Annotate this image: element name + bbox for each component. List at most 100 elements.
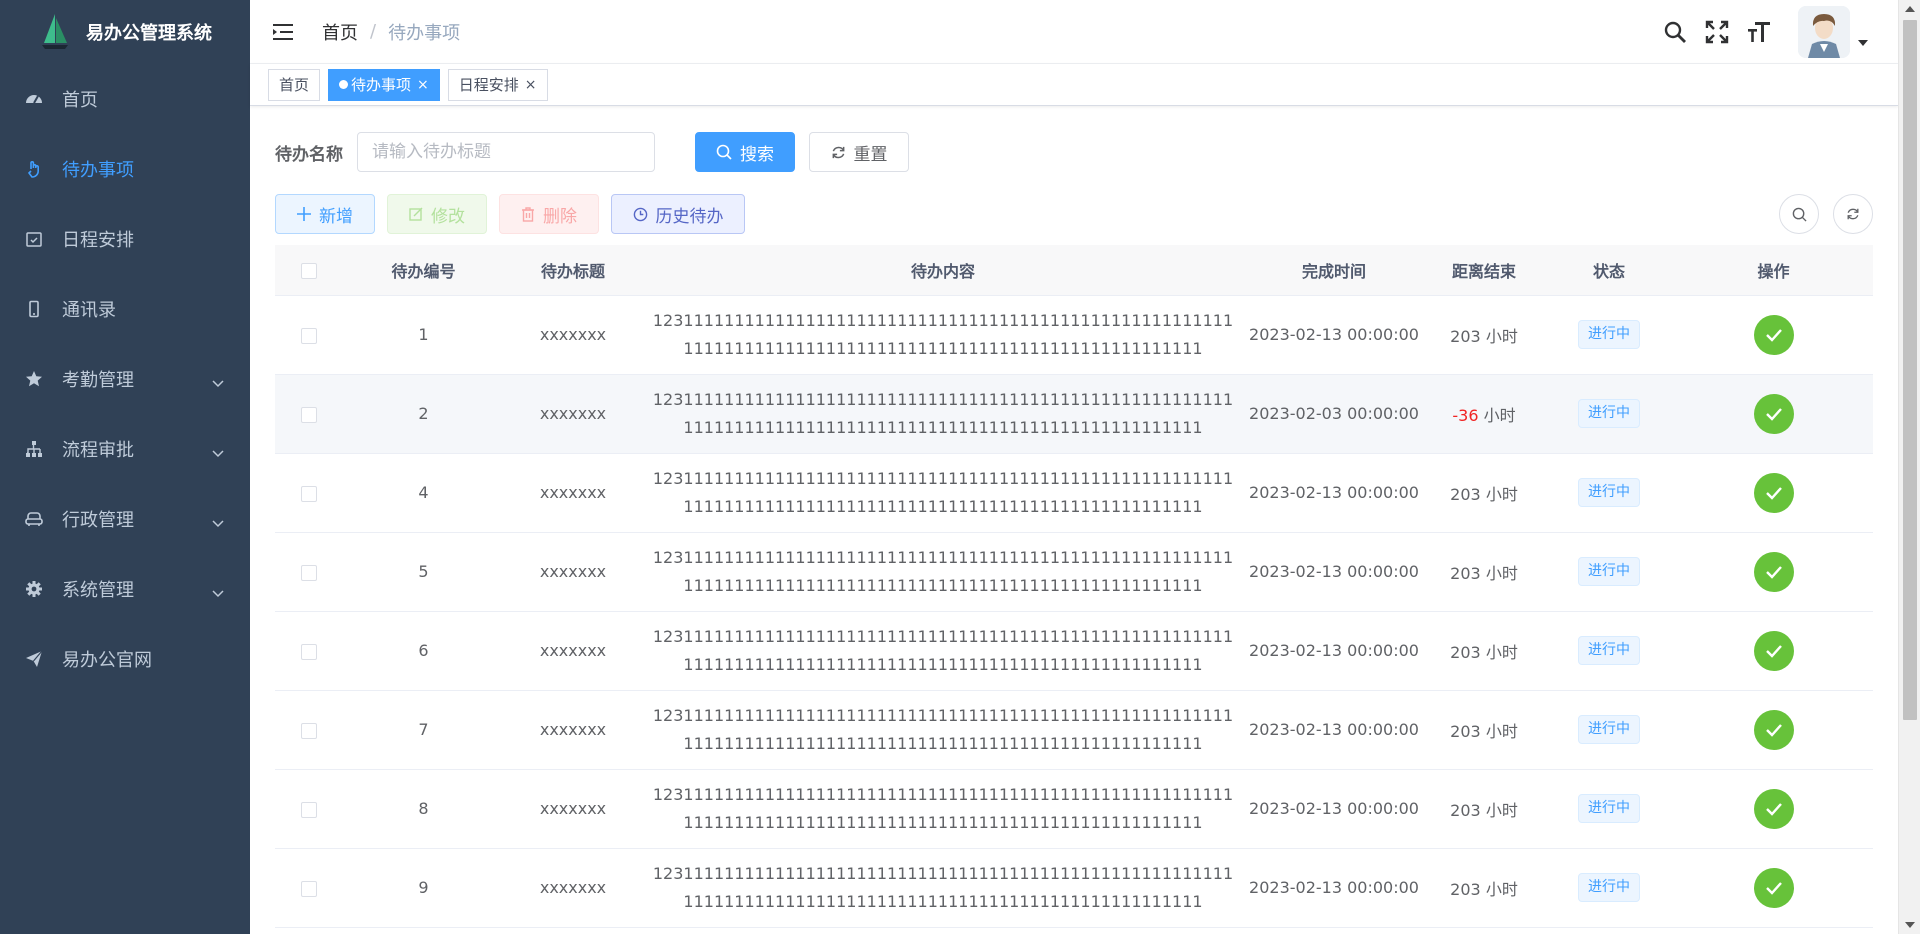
complete-button[interactable] bbox=[1753, 472, 1794, 513]
search-button[interactable]: 搜索 bbox=[695, 132, 795, 172]
edit-button[interactable]: 修改 bbox=[387, 194, 487, 234]
table-tools bbox=[1765, 194, 1873, 234]
font-size-icon[interactable] bbox=[1746, 19, 1772, 45]
toggle-search-button[interactable] bbox=[1779, 194, 1819, 234]
content-cell: 1231111111111111111111111111111111111111… bbox=[642, 769, 1244, 849]
row-checkbox[interactable] bbox=[301, 406, 317, 423]
sidebar-item[interactable]: 考勤管理 bbox=[0, 344, 250, 414]
scroll-thumb[interactable] bbox=[1903, 20, 1917, 720]
select-all-checkbox[interactable] bbox=[301, 262, 317, 279]
complete-button[interactable] bbox=[1753, 551, 1794, 592]
remain-cell: 203 小时 bbox=[1424, 532, 1544, 612]
sidebar-item[interactable]: 首页 bbox=[0, 64, 250, 134]
logo[interactable]: 易办公管理系统 bbox=[0, 0, 250, 64]
sidebar-item[interactable]: 系统管理 bbox=[0, 554, 250, 624]
row-checkbox[interactable] bbox=[301, 485, 317, 502]
sidebar-item[interactable]: 行政管理 bbox=[0, 484, 250, 554]
title-cell: xxxxxxx bbox=[504, 453, 642, 533]
sidebar-item[interactable]: 易办公官网 bbox=[0, 624, 250, 694]
refresh-table-button[interactable] bbox=[1833, 194, 1873, 234]
id-cell: 6 bbox=[343, 611, 504, 691]
table-row[interactable]: 7 xxxxxxx 12311111111111111111111111111111… bbox=[275, 690, 1873, 770]
id-cell: 7 bbox=[343, 690, 504, 770]
edit-button-label: 修改 bbox=[431, 206, 465, 227]
status-cell: 进行中 bbox=[1544, 374, 1674, 454]
table-row[interactable]: 5 xxxxxxx 12311111111111111111111111111111… bbox=[275, 532, 1873, 612]
sidebar-item[interactable]: 流程审批 bbox=[0, 414, 250, 484]
search-input[interactable] bbox=[357, 132, 655, 172]
complete-button[interactable] bbox=[1753, 788, 1794, 829]
table-row[interactable]: 6 xxxxxxx 12311111111111111111111111111111… bbox=[275, 611, 1873, 691]
time-cell: 2023-02-03 00:00:00 bbox=[1244, 374, 1424, 454]
row-checkbox[interactable] bbox=[301, 327, 317, 344]
app-title: 易办公管理系统 bbox=[86, 23, 212, 44]
tag-item[interactable]: 日程安排 × bbox=[447, 68, 548, 101]
status-badge: 进行中 bbox=[1578, 320, 1640, 349]
reset-button[interactable]: 重置 bbox=[809, 132, 909, 172]
content-cell: 1231111111111111111111111111111111111111… bbox=[642, 453, 1244, 533]
complete-button[interactable] bbox=[1753, 630, 1794, 671]
status-cell: 进行中 bbox=[1544, 690, 1674, 770]
caret-down-icon[interactable] bbox=[1858, 40, 1868, 46]
sidebar-item-label: 日程安排 bbox=[62, 230, 134, 251]
complete-button[interactable] bbox=[1753, 709, 1794, 750]
user-avatar[interactable] bbox=[1798, 6, 1850, 58]
complete-button[interactable] bbox=[1753, 393, 1794, 434]
sidebar-item-label: 流程审批 bbox=[62, 440, 134, 461]
content-cell: 1231111111111111111111111111111111111111… bbox=[642, 532, 1244, 612]
table-header-row: 待办编号 待办标题 待办内容 完成时间 距离结束 状态 操作 bbox=[275, 245, 1873, 296]
page-scrollbar[interactable] bbox=[1898, 0, 1920, 934]
close-icon[interactable]: × bbox=[417, 77, 429, 93]
delete-button[interactable]: 删除 bbox=[499, 194, 599, 234]
add-button[interactable]: 新增 bbox=[275, 194, 375, 234]
menu-fold-icon bbox=[273, 23, 293, 40]
title-cell: xxxxxxx bbox=[504, 532, 642, 612]
complete-button[interactable] bbox=[1753, 314, 1794, 355]
sidebar-item[interactable]: 待办事项 bbox=[0, 134, 250, 204]
scroll-down-arrow[interactable] bbox=[1905, 922, 1915, 928]
select-cell bbox=[275, 769, 343, 849]
check-icon bbox=[1765, 407, 1782, 421]
complete-button[interactable] bbox=[1753, 867, 1794, 908]
sidebar-item[interactable]: 通讯录 bbox=[0, 274, 250, 344]
search-icon[interactable] bbox=[1662, 19, 1688, 45]
table-row[interactable]: 2 xxxxxxx 12311111111111111111111111111111… bbox=[275, 374, 1873, 454]
tag-label: 待办事项 bbox=[351, 76, 412, 94]
history-button[interactable]: 历史待办 bbox=[611, 194, 745, 234]
remain-value: 203 bbox=[1450, 642, 1481, 662]
table-row[interactable]: 4 xxxxxxx 12311111111111111111111111111111… bbox=[275, 453, 1873, 533]
hamburger-toggle[interactable] bbox=[272, 20, 296, 44]
fullscreen-icon[interactable] bbox=[1704, 19, 1730, 45]
sidebar: 易办公管理系统 首页 待办事项日程安排通讯录 考勤管理流程审批行政管理 系统管理 易办公… bbox=[0, 0, 250, 934]
column-header: 状态 bbox=[1544, 245, 1674, 296]
time-cell: 2023-02-13 00:00:00 bbox=[1244, 532, 1424, 612]
clock-icon bbox=[633, 207, 647, 221]
row-checkbox[interactable] bbox=[301, 801, 317, 818]
tag-item[interactable]: 待办事项 × bbox=[328, 68, 440, 101]
action-cell bbox=[1674, 295, 1873, 375]
status-cell: 进行中 bbox=[1544, 848, 1674, 928]
table-row[interactable]: 1 xxxxxxx 12311111111111111111111111111111… bbox=[275, 295, 1873, 375]
edit-icon bbox=[409, 207, 423, 221]
breadcrumb-home[interactable]: 首页 bbox=[322, 19, 358, 45]
close-icon[interactable]: × bbox=[525, 77, 537, 93]
tags-view: 首页 待办事项 × 日程安排 × bbox=[250, 64, 1898, 106]
trash-icon bbox=[522, 206, 534, 222]
remain-value: 203 bbox=[1450, 484, 1481, 504]
right-menu bbox=[1646, 0, 1868, 64]
row-checkbox[interactable] bbox=[301, 643, 317, 660]
toolbar: 新增 修改 删除 历史待办 bbox=[275, 194, 757, 234]
row-checkbox[interactable] bbox=[301, 722, 317, 739]
phone-icon bbox=[24, 299, 44, 319]
todo-table: 待办编号 待办标题 待办内容 完成时间 距离结束 状态 操作 1 xxxxxxx 1… bbox=[275, 245, 1873, 928]
sidebar-item[interactable]: 日程安排 bbox=[0, 204, 250, 274]
row-checkbox[interactable] bbox=[301, 880, 317, 897]
table-row[interactable]: 9 xxxxxxx 12311111111111111111111111111111… bbox=[275, 848, 1873, 928]
tag-item[interactable]: 首页 bbox=[268, 68, 321, 101]
gear-icon bbox=[24, 579, 44, 599]
id-cell: 4 bbox=[343, 453, 504, 533]
table-row[interactable]: 8 xxxxxxx 12311111111111111111111111111111… bbox=[275, 769, 1873, 849]
action-cell bbox=[1674, 690, 1873, 770]
row-checkbox[interactable] bbox=[301, 564, 317, 581]
scroll-up-arrow[interactable] bbox=[1905, 6, 1915, 12]
